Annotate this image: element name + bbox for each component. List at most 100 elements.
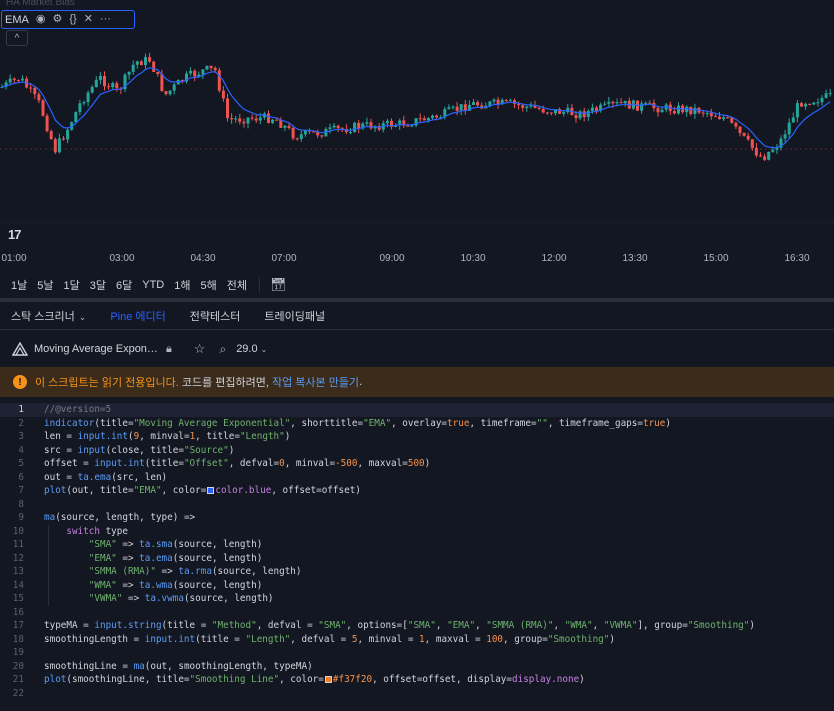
code-token: , offset=offset, display= — [372, 674, 512, 685]
range-button[interactable]: 5날 — [37, 277, 53, 293]
tradingview-logo[interactable]: 17 — [8, 227, 22, 242]
indicator-legend[interactable]: EMA ◉ ⚙ {} ✕ ··· — [1, 10, 135, 29]
candle-body — [701, 112, 705, 114]
collapse-legend-button[interactable]: ^ — [6, 30, 28, 46]
code-token: , minval= — [139, 431, 190, 442]
code-token: smoothingLength = — [44, 633, 145, 645]
star-icon[interactable]: ☆ — [194, 341, 206, 357]
candle-body — [57, 138, 61, 153]
code-line[interactable]: 1 //@version=5 — [0, 403, 834, 417]
code-line[interactable]: 10 switch type — [0, 524, 834, 538]
candle-body — [607, 101, 611, 104]
code-line[interactable]: 20 smoothingLine = ma(out, smoothingLengt… — [0, 660, 834, 674]
code-token: ta.sma — [139, 539, 173, 550]
line-number: 14 — [12, 579, 24, 591]
source-code-icon[interactable]: {} — [69, 14, 76, 25]
code-line[interactable]: 7 plot(out, title="EMA", color= color.blue… — [0, 484, 834, 498]
candle-body — [201, 69, 205, 75]
candle-body — [234, 118, 238, 120]
code-token: , — [592, 620, 604, 631]
code-token: 500 — [407, 458, 425, 469]
version-dropdown[interactable]: 29.0 ⌄ — [236, 343, 267, 355]
more-icon[interactable]: ··· — [100, 14, 111, 25]
code-line[interactable]: 5 offset = input.int(title="Offset", defv… — [0, 457, 834, 471]
line-number: 10 — [12, 525, 24, 537]
code-token: offset = — [44, 458, 95, 469]
range-button[interactable]: YTD — [142, 279, 164, 291]
code-line[interactable]: 12 "EMA" => ta.ema(source, length) — [0, 551, 834, 565]
code-line[interactable]: 2 indicator(title="Moving Average Exponen… — [0, 417, 834, 431]
code-line[interactable]: 17 typeMA = input.string(title = "Method"… — [0, 619, 834, 633]
eye-icon[interactable]: ◉ — [36, 14, 46, 25]
range-button[interactable]: 1달 — [64, 277, 80, 293]
tab-trading-panel[interactable]: 트레이딩패널 — [264, 308, 325, 324]
code-line[interactable]: 8 — [0, 498, 834, 512]
candle-body — [754, 147, 758, 156]
candle-body — [299, 134, 303, 140]
warning-text-edit: 코드를 편집하려면, — [178, 377, 272, 389]
remove-icon[interactable]: ✕ — [84, 14, 93, 25]
search-icon[interactable]: ⌕ — [219, 342, 226, 357]
code-line[interactable]: 6 out = ta.ema(src, len) — [0, 471, 834, 485]
go-to-date-icon[interactable]: 📅︎ — [270, 277, 287, 293]
code-token: "Moving Average Exponential" — [133, 417, 291, 429]
script-title[interactable]: Moving Average Expon… — [34, 343, 158, 355]
candle-body — [226, 98, 229, 119]
range-button[interactable]: 6달 — [116, 277, 132, 293]
candle-body — [517, 103, 521, 106]
code-token: (close, title= — [105, 444, 184, 456]
code-line[interactable]: 16 — [0, 606, 834, 620]
line-source: plot(smoothingLine, title="Smoothing Lin… — [44, 673, 585, 687]
candle-body — [365, 122, 369, 124]
indicator-label[interactable]: EMA — [5, 14, 29, 26]
code-line[interactable]: 14 "WMA" => ta.wma(source, length) — [0, 578, 834, 593]
range-button[interactable]: 전체 — [227, 277, 247, 293]
code-line[interactable]: 18 smoothingLength = input.int(title = "L… — [0, 633, 834, 647]
code-line[interactable]: 21 plot(smoothingLine, title="Smoothing L… — [0, 673, 834, 687]
tab-strategy-tester[interactable]: 전략테스터 — [190, 308, 241, 324]
time-axis[interactable]: 01:00 03:00 04:30 07:00 09:00 10:30 12:00 13:30… — [0, 253, 834, 269]
line-source: out = ta.ema(src, len) — [44, 471, 167, 485]
code-token: true — [447, 417, 470, 429]
line-source: offset = input.int(title="Offset", defva… — [44, 457, 430, 471]
line-number: 20 — [12, 660, 24, 672]
range-button[interactable]: 3달 — [90, 277, 106, 293]
code-line[interactable]: 4 src = input(close, title="Source") — [0, 444, 834, 458]
candle-body — [541, 108, 545, 113]
code-line[interactable]: 13 "SMMA (RMA)" => ta.rma(source, length… — [0, 565, 834, 579]
code-token: (source, length) — [172, 579, 263, 591]
candle-body — [353, 122, 357, 133]
candle-body — [29, 87, 33, 89]
code-token: "Smoothing" — [547, 633, 610, 645]
candlestick-plot[interactable] — [0, 0, 834, 250]
code-editor[interactable]: 1//@version=5 2 indicator(title="Moving Av… — [0, 403, 834, 700]
settings-icon[interactable]: ⚙ — [52, 14, 62, 25]
color-swatch[interactable] — [324, 676, 332, 683]
code-token: ta.rma — [178, 566, 212, 577]
candle-body — [492, 99, 496, 102]
price-chart[interactable]: HA Market Bias EMA ◉ ⚙ {} ✕ ··· ^ 17 01:… — [0, 0, 834, 270]
candle-body — [267, 113, 270, 123]
code-token: "Offset" — [183, 458, 229, 469]
candle-body — [385, 120, 389, 124]
code-token: "" — [536, 417, 548, 429]
make-copy-link[interactable]: 작업 복사본 만들기 — [272, 374, 359, 390]
code-token: (source, length, type) => — [55, 512, 196, 523]
code-line[interactable]: 15 "VWMA" => ta.vwma(source, length) — [0, 592, 834, 606]
color-swatch[interactable] — [207, 487, 215, 494]
bottom-panel-tabs: 스탁 스크리너 ⌄ Pine 에디터 전략테스터 트레이딩패널 — [0, 302, 834, 330]
code-token: "SMA" — [88, 539, 117, 550]
candle-body — [783, 134, 787, 139]
code-line[interactable]: 11 "SMA" => ta.sma(source, length) — [0, 538, 834, 552]
code-line[interactable]: 3 len = input.int(9, minval=1, title="Len… — [0, 430, 834, 444]
range-button[interactable]: 1날 — [11, 277, 27, 293]
code-line[interactable]: 22 — [0, 687, 834, 701]
range-button[interactable]: 1해 — [174, 277, 190, 293]
code-line[interactable]: 9 ma(source, length, type) => — [0, 511, 834, 525]
line-source: "WMA" => ta.wma(source, length) — [44, 579, 263, 593]
code-line[interactable]: 19 — [0, 646, 834, 660]
range-button[interactable]: 5해 — [201, 277, 217, 293]
tab-stock-screener[interactable]: 스탁 스크리너 ⌄ — [11, 308, 86, 324]
tab-pine-editor[interactable]: Pine 에디터 — [110, 308, 165, 324]
candle-body — [808, 103, 812, 105]
